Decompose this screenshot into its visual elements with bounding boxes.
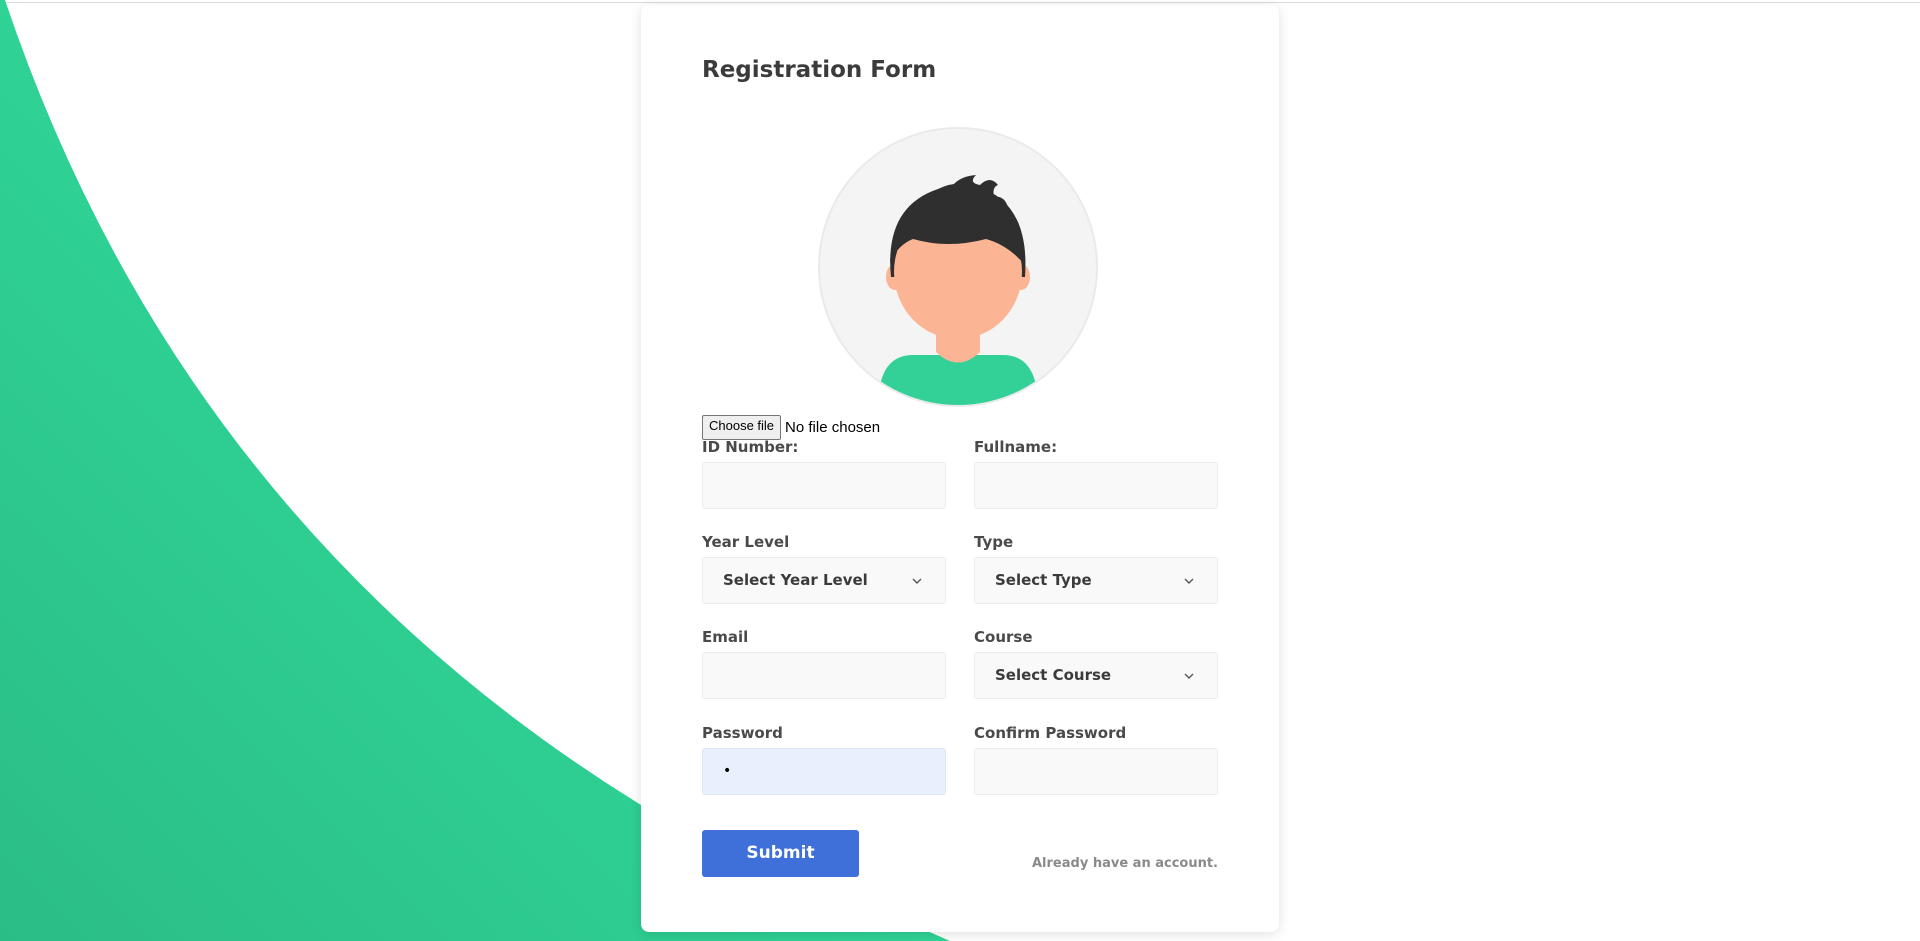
course-field-group: Course Select Course — [974, 627, 1218, 699]
user-avatar-icon — [818, 127, 1098, 407]
password-value: • — [723, 763, 732, 779]
form-title: Registration Form — [702, 57, 937, 83]
email-input[interactable] — [702, 652, 946, 699]
submit-button[interactable]: Submit — [702, 830, 859, 877]
id-number-field-group: ID Number: — [702, 437, 946, 509]
chevron-down-icon — [1184, 673, 1194, 679]
id-number-label: ID Number: — [702, 438, 799, 456]
login-link[interactable]: Already have an account. — [1032, 856, 1218, 871]
confirm-password-label: Confirm Password — [974, 724, 1127, 742]
year-level-selected-value: Select Year Level — [723, 571, 868, 589]
fullname-field-group: Fullname: — [974, 437, 1218, 509]
confirm-password-field-group: Confirm Password — [974, 723, 1218, 795]
email-label: Email — [702, 628, 749, 646]
type-label: Type — [974, 533, 1014, 551]
type-select[interactable]: Select Type — [974, 557, 1218, 604]
confirm-password-input[interactable] — [974, 748, 1218, 795]
password-label: Password — [702, 724, 783, 742]
password-input[interactable]: • — [702, 748, 946, 795]
type-field-group: Type Select Type — [974, 532, 1218, 604]
chevron-down-icon — [912, 578, 922, 584]
file-status-text: No file chosen — [785, 419, 881, 436]
password-field-group: Password • — [702, 723, 946, 795]
course-label: Course — [974, 628, 1033, 646]
registration-card: Registration Form Choose file No file ch… — [641, 5, 1279, 932]
id-number-input[interactable] — [702, 462, 946, 509]
fullname-input[interactable] — [974, 462, 1218, 509]
chevron-down-icon — [1184, 578, 1194, 584]
type-selected-value: Select Type — [995, 571, 1092, 589]
year-level-select[interactable]: Select Year Level — [702, 557, 946, 604]
course-selected-value: Select Course — [995, 666, 1112, 684]
year-level-label: Year Level — [702, 533, 790, 551]
year-level-field-group: Year Level Select Year Level — [702, 532, 946, 604]
email-field-group: Email — [702, 627, 946, 699]
course-select[interactable]: Select Course — [974, 652, 1218, 699]
fullname-label: Fullname: — [974, 438, 1058, 456]
